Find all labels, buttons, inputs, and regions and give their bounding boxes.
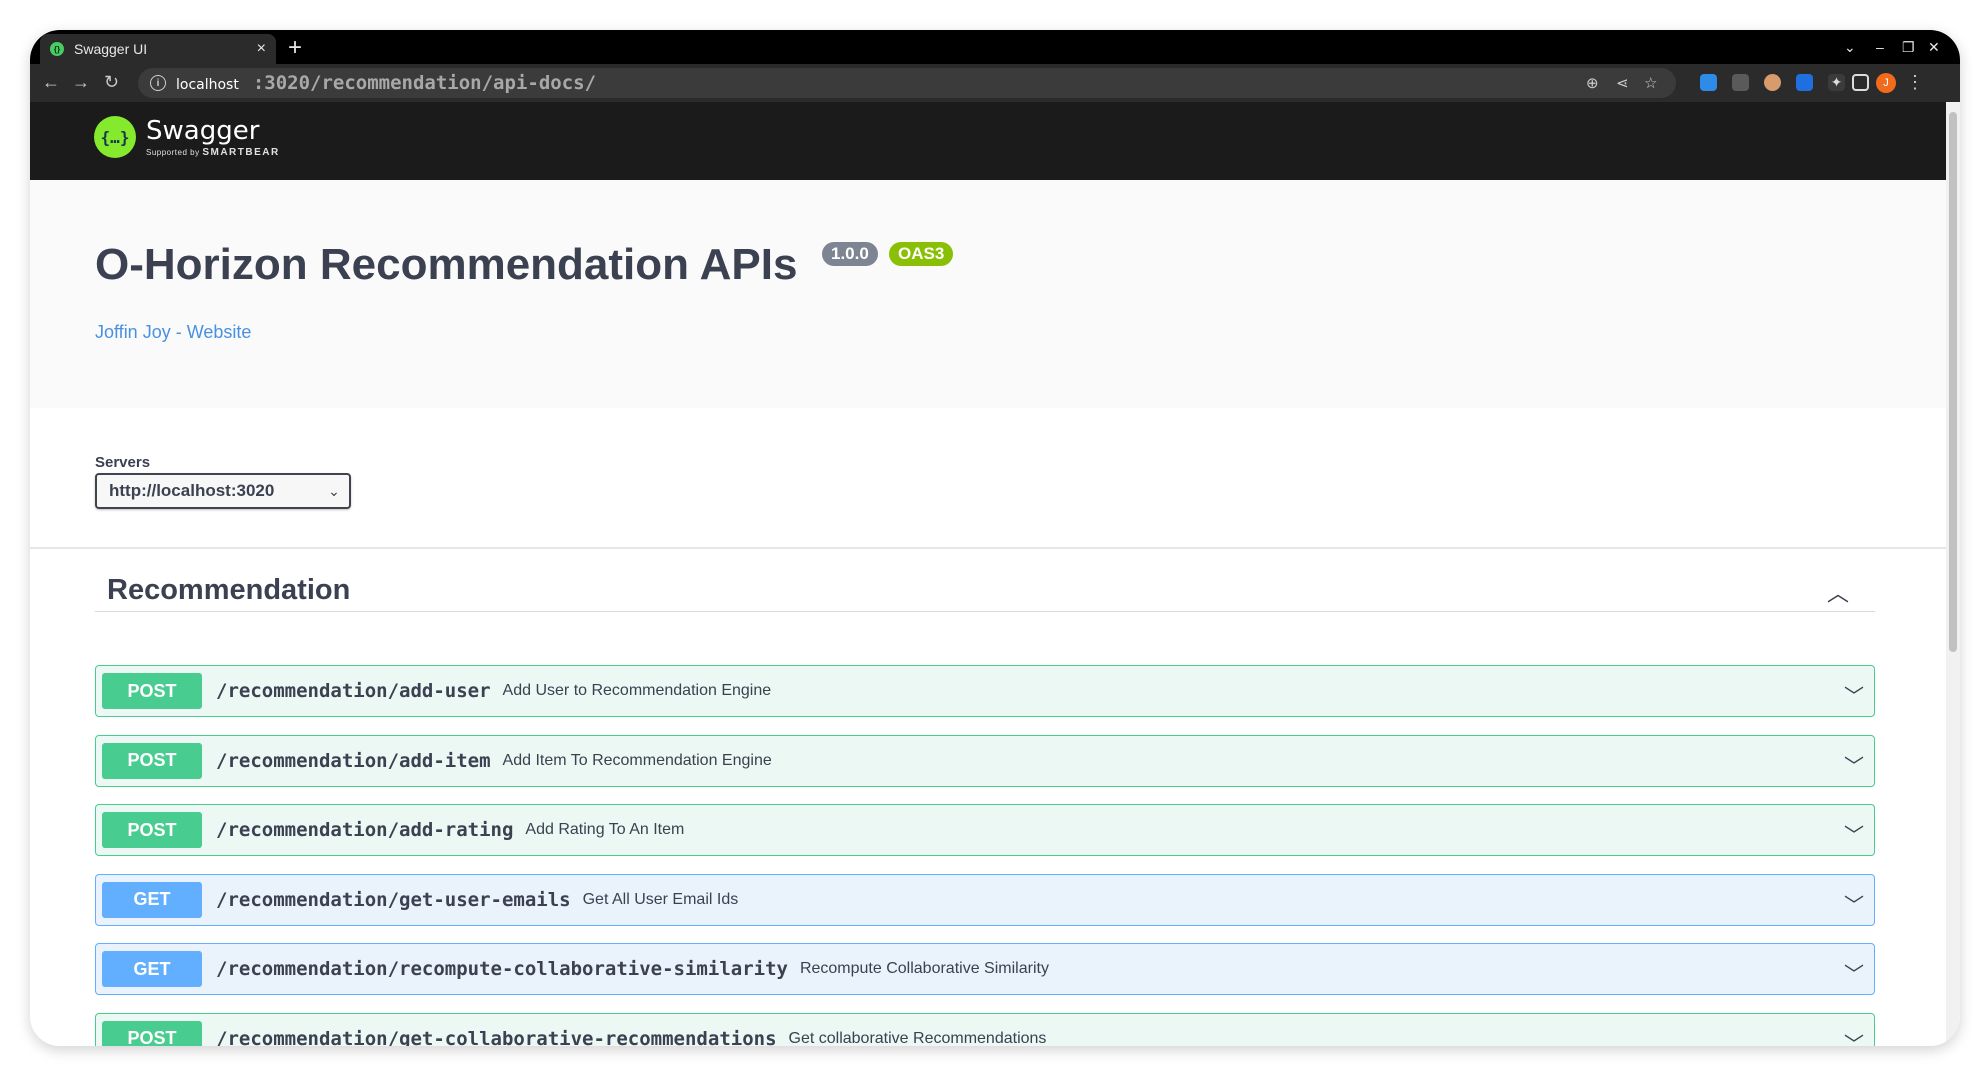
browser-toolbar: ← → ↻ i localhost :3020/recommendation/ap… xyxy=(30,64,1960,102)
page-scrollbar[interactable] xyxy=(1946,102,1960,1046)
share-icon[interactable]: ⋖ xyxy=(1616,74,1629,92)
operation-row[interactable]: POST /recommendation/add-rating Add Rati… xyxy=(95,804,1875,856)
operation-summary: Add Rating To An Item xyxy=(525,821,685,838)
swagger-logo[interactable]: {…} Swagger Supported by SMARTBEAR xyxy=(94,116,280,158)
method-badge: POST xyxy=(102,812,202,848)
operation-row[interactable]: GET /recommendation/recompute-collaborat… xyxy=(95,943,1875,995)
profile-avatar[interactable]: J xyxy=(1876,73,1896,93)
tab-strip: {} Swagger UI × + ⌄ – ❐ ✕ xyxy=(30,30,1960,64)
servers-label: Servers xyxy=(95,454,151,471)
tab-search-icon[interactable]: ⌄ xyxy=(1844,37,1856,57)
extension-face-icon[interactable] xyxy=(1764,74,1781,91)
browser-menu-icon[interactable]: ⋮ xyxy=(1906,72,1924,93)
swagger-page: {…} Swagger Supported by SMARTBEAR O-Hor… xyxy=(30,102,1946,1046)
tab-title: Swagger UI xyxy=(74,41,148,57)
minimize-icon[interactable]: – xyxy=(1876,37,1884,57)
chevron-up-icon[interactable]: ︿ xyxy=(1827,576,1849,608)
operation-summary: Add User to Recommendation Engine xyxy=(502,682,772,699)
url-path: :3020/recommendation/api-docs/ xyxy=(252,72,597,94)
method-badge: GET xyxy=(102,951,202,987)
new-tab-button[interactable]: + xyxy=(288,33,302,63)
extension-doc-icon[interactable] xyxy=(1796,74,1813,91)
servers-selected-value: http://localhost:3020 xyxy=(109,481,275,500)
operation-row[interactable]: POST /recommendation/add-item Add Item T… xyxy=(95,734,1875,787)
close-tab-icon[interactable]: × xyxy=(257,40,266,58)
scrollbar-thumb[interactable] xyxy=(1949,112,1957,652)
browser-window: {} Swagger UI × + ⌄ – ❐ ✕ ← → ↻ i localh… xyxy=(30,30,1960,1046)
chevron-down-icon[interactable]: ﹀ xyxy=(1844,889,1864,918)
swagger-topbar: {…} Swagger Supported by SMARTBEAR xyxy=(30,102,1946,180)
api-title: O-Horizon Recommendation APIs xyxy=(95,240,798,289)
chevron-down-icon[interactable]: ﹀ xyxy=(1844,958,1864,987)
close-window-icon[interactable]: ✕ xyxy=(1928,37,1940,57)
restore-icon[interactable]: ❐ xyxy=(1902,37,1915,57)
operations-list: POST /recommendation/add-user Add User t… xyxy=(95,665,1875,1046)
swagger-logo-icon: {…} xyxy=(94,116,136,158)
side-panel-icon[interactable] xyxy=(1852,74,1869,91)
chevron-down-icon[interactable]: ﹀ xyxy=(1844,1028,1864,1047)
forward-icon[interactable]: → xyxy=(72,72,90,92)
tag-section-header[interactable]: Recommendation ︿ xyxy=(95,568,1875,612)
tag-name: Recommendation xyxy=(107,574,351,606)
site-info-icon[interactable]: i xyxy=(150,75,166,91)
operation-row[interactable]: POST /recommendation/get-collaborative-r… xyxy=(95,1012,1875,1047)
extension-user-icon[interactable] xyxy=(1732,74,1749,91)
operation-path: /recommendation/add-user xyxy=(216,680,491,702)
operation-row[interactable]: GET /recommendation/get-user-emails Get … xyxy=(95,873,1875,926)
method-badge: GET xyxy=(102,881,202,918)
tab-swagger-ui[interactable]: {} Swagger UI × xyxy=(40,34,276,64)
operation-path: /recommendation/add-item xyxy=(216,749,491,772)
bookmark-star-icon[interactable]: ☆ xyxy=(1644,74,1657,92)
logo-sub-prefix: Supported by xyxy=(146,147,200,157)
chevron-down-icon[interactable]: ﹀ xyxy=(1844,819,1864,848)
back-icon[interactable]: ← xyxy=(42,72,60,92)
swagger-favicon-icon: {} xyxy=(50,42,64,56)
api-info-section: O-Horizon Recommendation APIs 1.0.0 OAS3… xyxy=(30,180,1946,408)
oas-badge: OAS3 xyxy=(889,242,954,266)
servers-select[interactable]: http://localhost:3020 ⌄ xyxy=(95,473,351,509)
operation-summary: Get All User Email Ids xyxy=(582,890,739,908)
operation-path: /recommendation/get-collaborative-recomm… xyxy=(216,1027,777,1047)
operation-path: /recommendation/recompute-collaborative-… xyxy=(216,958,788,980)
chevron-down-icon: ⌄ xyxy=(328,482,340,499)
swagger-logo-name: Swagger xyxy=(146,115,260,146)
extensions-puzzle-icon[interactable]: ✦ xyxy=(1828,74,1845,91)
operation-path: /recommendation/add-rating xyxy=(216,819,514,841)
method-badge: POST xyxy=(102,742,202,779)
operation-row[interactable]: POST /recommendation/add-user Add User t… xyxy=(95,665,1875,717)
version-badge: 1.0.0 xyxy=(822,242,878,266)
extension-screenshot-icon[interactable] xyxy=(1700,74,1717,91)
zoom-icon[interactable]: ⊕ xyxy=(1586,74,1599,92)
method-badge: POST xyxy=(102,1020,202,1046)
operation-summary: Add Item To Recommendation Engine xyxy=(502,751,772,769)
address-bar[interactable]: i localhost :3020/recommendation/api-docs… xyxy=(138,68,1676,98)
url-host: localhost xyxy=(176,77,239,93)
operation-summary: Recompute Collaborative Similarity xyxy=(799,960,1049,977)
method-badge: POST xyxy=(102,673,202,709)
operation-summary: Get collaborative Recommendations xyxy=(788,1029,1047,1047)
chevron-down-icon[interactable]: ﹀ xyxy=(1844,680,1864,709)
logo-sub-brand: SMARTBEAR xyxy=(202,146,280,158)
section-divider xyxy=(30,547,1946,549)
swagger-logo-sub: Supported by SMARTBEAR xyxy=(146,147,280,158)
url-text: localhost :3020/recommendation/api-docs/ xyxy=(176,72,596,94)
chevron-down-icon[interactable]: ﹀ xyxy=(1844,750,1864,779)
operation-path: /recommendation/get-user-emails xyxy=(216,888,571,911)
contact-website-link[interactable]: Joffin Joy - Website xyxy=(95,322,251,343)
reload-icon[interactable]: ↻ xyxy=(104,72,119,92)
